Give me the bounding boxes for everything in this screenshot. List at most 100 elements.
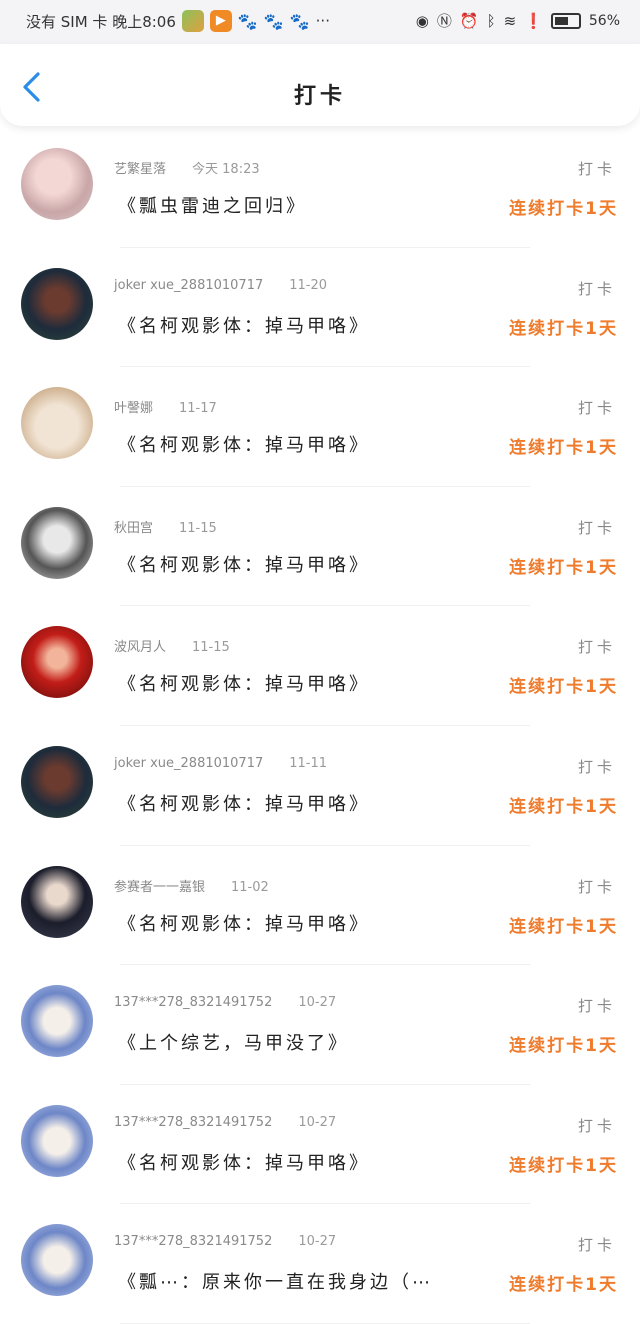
avatar-red-hair-character[interactable] bbox=[21, 626, 93, 699]
avatar-navy-cap-boy[interactable] bbox=[21, 865, 93, 938]
avatar-pink-hair-girl[interactable] bbox=[21, 148, 93, 220]
streak-label: 连续打卡1天 bbox=[509, 1275, 618, 1296]
book-title[interactable]: 《名柯观影体：掉马甲咯》 bbox=[118, 910, 370, 936]
user-name[interactable]: 波风月人 bbox=[114, 640, 166, 655]
checkin-time: 11-15 bbox=[192, 640, 230, 656]
checkin-tag: 打卡 bbox=[577, 1116, 616, 1135]
checkin-tag: 打卡 bbox=[577, 1236, 616, 1255]
list-item[interactable]: joker xue_2881010717 11-20 《名柯观影体：掉马甲咯》 打卡连… bbox=[0, 248, 640, 368]
checkin-time: 10-27 bbox=[298, 1234, 337, 1250]
item-meta: 137***278_8321491752 10-27 bbox=[114, 1115, 336, 1130]
avatar-dark-suit-figure[interactable] bbox=[21, 267, 93, 340]
list-item[interactable]: 艺繁星落 今天 18:23 《瓢虫雷迪之回归》 打卡连续打卡1天 bbox=[0, 128, 640, 248]
streak-label: 连续打卡1天 bbox=[509, 916, 618, 937]
avatar-blue-hair-girl[interactable] bbox=[21, 1104, 93, 1177]
checkin-tag: 打卡 bbox=[577, 279, 616, 298]
streak-label: 连续打卡1天 bbox=[509, 1155, 618, 1176]
streak-label: 连续打卡1天 bbox=[509, 318, 618, 339]
streak-label: 连续打卡1天 bbox=[509, 796, 618, 817]
user-name[interactable]: 叶謦娜 bbox=[114, 401, 153, 416]
book-title[interactable]: 《瓢⋯：原来你一直在我身边（⋯ bbox=[118, 1268, 433, 1294]
baidu-paw-icon: 🐾 bbox=[263, 11, 284, 31]
list-item[interactable]: 137***278_8321491752 10-27 《名柯观影体：掉马甲咯》 打卡连… bbox=[0, 1085, 640, 1205]
checkin-tag: 打卡 bbox=[577, 399, 616, 418]
wifi-icon: ≋ bbox=[503, 11, 517, 30]
item-meta: joker xue_2881010717 11-20 bbox=[114, 278, 327, 293]
checkin-tag: 打卡 bbox=[577, 877, 616, 896]
item-meta: joker xue_2881010717 11-11 bbox=[114, 756, 327, 771]
user-name[interactable]: 秋田宫 bbox=[114, 521, 153, 536]
checkin-list[interactable]: 艺繁星落 今天 18:23 《瓢虫雷迪之回归》 打卡 连续打卡1天 joker xue_2… bbox=[0, 128, 640, 1324]
book-title[interactable]: 《上个综艺，马甲没了》 bbox=[118, 1029, 349, 1055]
list-item[interactable]: 参赛者一一嘉银 11-02 《名柯观影体：掉马甲咯》 打卡连续打卡1天 bbox=[0, 846, 640, 966]
alert-icon: ❗ bbox=[524, 11, 543, 30]
item-meta: 参赛者一一嘉银 11-02 bbox=[114, 876, 269, 895]
battery-level: 56% bbox=[588, 12, 620, 29]
item-meta: 叶謦娜 11-17 bbox=[114, 397, 217, 416]
item-meta: 波风月人 11-15 bbox=[114, 636, 230, 655]
item-meta: 137***278_8321491752 10-27 bbox=[114, 995, 336, 1010]
streak-label: 连续打卡1天 bbox=[509, 199, 618, 219]
user-name[interactable]: joker xue_2881010717 bbox=[114, 278, 263, 293]
checkin-time: 11-15 bbox=[179, 520, 217, 536]
avatar-white-cat[interactable] bbox=[21, 387, 93, 460]
avatar-gray-anime-boy[interactable] bbox=[21, 506, 93, 579]
item-meta: 137***278_8321491752 10-27 bbox=[114, 1234, 336, 1249]
user-name[interactable]: 参赛者一一嘉银 bbox=[114, 880, 205, 895]
streak-label: 连续打卡1天 bbox=[509, 438, 618, 459]
user-name[interactable]: 137***278_8321491752 bbox=[114, 995, 272, 1010]
game-app-icon bbox=[181, 10, 204, 32]
checkin-tag: 打卡 bbox=[577, 160, 616, 178]
item-meta: 艺繁星落 今天 18:23 bbox=[114, 158, 260, 177]
list-item[interactable]: joker xue_2881010717 11-11 《名柯观影体：掉马甲咯》 打卡连… bbox=[0, 726, 640, 846]
user-name[interactable]: 137***278_8321491752 bbox=[114, 1234, 272, 1249]
baidu-paw-icon: 🐾 bbox=[237, 11, 258, 31]
list-item[interactable]: 波风月人 11-15 《名柯观影体：掉马甲咯》 打卡 连续打卡1天 bbox=[0, 606, 640, 726]
list-item[interactable]: 秋田宫 11-15 《名柯观影体：掉马甲咯》 打卡连续打卡1天 bbox=[0, 487, 640, 607]
eye-icon: ◉ bbox=[415, 11, 429, 30]
alarm-icon: ⏰ bbox=[459, 11, 479, 30]
checkin-time: 11-20 bbox=[289, 277, 328, 293]
avatar-blue-hair-girl[interactable] bbox=[21, 1224, 93, 1297]
book-title[interactable]: 《名柯观影体：掉马甲咯》 bbox=[118, 312, 370, 338]
checkin-time: 11-17 bbox=[179, 401, 217, 417]
checkin-time: 10-27 bbox=[298, 995, 337, 1011]
book-title[interactable]: 《名柯观影体：掉马甲咯》 bbox=[118, 431, 370, 457]
checkin-tag: 打卡 bbox=[577, 997, 616, 1016]
status-bar: 没有 SIM 卡 晚上8:06 ▶ 🐾 🐾 🐾 ··· ◉ Ⓝ ⏰ ᛒ ≋ ❗ … bbox=[0, 0, 640, 44]
book-title[interactable]: 《名柯观影体：掉马甲咯》 bbox=[118, 790, 370, 816]
battery-icon bbox=[550, 12, 581, 29]
checkin-tag: 打卡 bbox=[577, 638, 616, 657]
checkin-time: 今天 18:23 bbox=[192, 162, 260, 177]
list-item[interactable]: 137***278_8321491752 10-27 《上个综艺，马甲没了》 打卡连续… bbox=[0, 965, 640, 1085]
user-name[interactable]: joker xue_2881010717 bbox=[114, 756, 263, 771]
bluetooth-icon: ᛒ bbox=[486, 11, 496, 30]
nav-bar: 打卡 bbox=[0, 44, 640, 126]
status-bar-left: 没有 SIM 卡 晚上8:06 ▶ 🐾 🐾 🐾 ··· bbox=[26, 10, 330, 32]
item-meta: 秋田宫 11-15 bbox=[114, 517, 217, 536]
streak-label: 连续打卡1天 bbox=[509, 1036, 618, 1057]
book-title[interactable]: 《名柯观影体：掉马甲咯》 bbox=[118, 1149, 370, 1175]
avatar-dark-suit-figure[interactable] bbox=[21, 745, 93, 818]
nfc-icon: Ⓝ bbox=[436, 12, 452, 30]
carrier-time-text: 没有 SIM 卡 晚上8:06 bbox=[26, 12, 176, 31]
play-app-icon: ▶ bbox=[209, 10, 232, 32]
streak-label: 连续打卡1天 bbox=[509, 557, 618, 578]
book-title[interactable]: 《瓢虫雷迪之回归》 bbox=[118, 192, 307, 218]
more-notifications-icon: ··· bbox=[315, 12, 330, 30]
book-title[interactable]: 《名柯观影体：掉马甲咯》 bbox=[118, 551, 370, 577]
user-name[interactable]: 137***278_8321491752 bbox=[114, 1115, 272, 1130]
baidu-paw-icon: 🐾 bbox=[289, 11, 310, 31]
checkin-tag: 打卡 bbox=[577, 518, 616, 537]
checkin-time: 11-11 bbox=[289, 755, 328, 771]
checkin-time: 10-27 bbox=[298, 1114, 337, 1130]
page-title: 打卡 bbox=[293, 84, 346, 109]
user-name[interactable]: 艺繁星落 bbox=[114, 162, 166, 177]
status-bar-right: ◉ Ⓝ ⏰ ᛒ ≋ ❗ 56% bbox=[416, 10, 620, 31]
checkin-tag: 打卡 bbox=[577, 757, 616, 776]
list-item[interactable]: 137***278_8321491752 10-27 《瓢⋯：原来你一直在我身边（⋯… bbox=[0, 1204, 640, 1324]
list-item[interactable]: 叶謦娜 11-17 《名柯观影体：掉马甲咯》 打卡连续打卡1天 bbox=[0, 367, 640, 487]
checkin-time: 11-02 bbox=[231, 879, 269, 895]
book-title[interactable]: 《名柯观影体：掉马甲咯》 bbox=[118, 670, 370, 696]
avatar-blue-hair-girl[interactable] bbox=[21, 985, 93, 1058]
